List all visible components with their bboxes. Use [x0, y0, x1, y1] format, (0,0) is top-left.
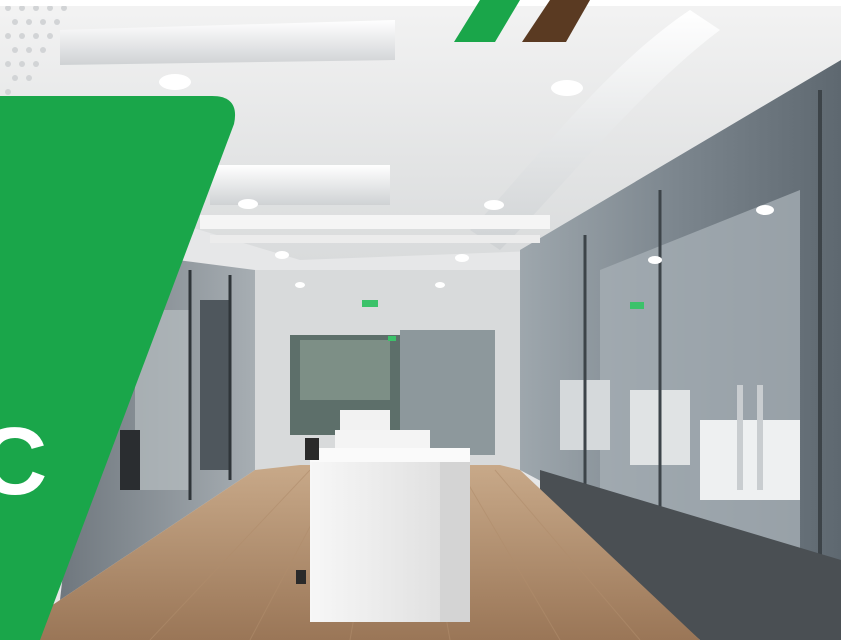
office-corridor-photo: C: [0, 0, 841, 640]
brown-accent-slash: [522, 0, 590, 42]
top-accent-slashes: [454, 0, 590, 42]
banner-shape: [0, 96, 236, 640]
green-brand-banner: C: [0, 96, 240, 640]
banner-text: C: [0, 408, 48, 515]
green-accent-slash: [454, 0, 520, 42]
